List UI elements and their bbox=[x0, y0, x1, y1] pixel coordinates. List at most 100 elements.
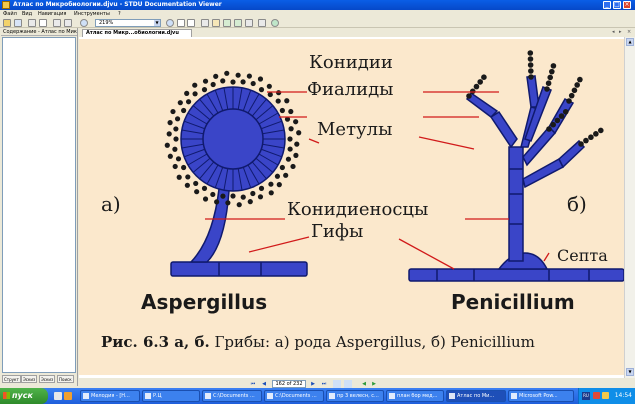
scroll-up-icon[interactable]: ▲ bbox=[626, 38, 634, 46]
select-tool-icon[interactable] bbox=[64, 19, 72, 27]
sidebar-tab-search[interactable]: Поиск bbox=[57, 375, 74, 383]
facing-pages-icon[interactable] bbox=[245, 19, 253, 27]
tab-next-icon[interactable]: ▸ bbox=[619, 29, 622, 35]
back-icon[interactable]: ◀ bbox=[360, 380, 368, 388]
conidium-dot bbox=[288, 108, 294, 115]
page-navigation-bar: ⏮ ◀ 162 of 232 ▶ ⏭ ◀ ▶ bbox=[79, 380, 635, 388]
document-tab[interactable]: Атлас по Микр...обиологии.djvu bbox=[82, 29, 192, 37]
chevron-down-icon[interactable]: ▼ bbox=[154, 20, 160, 26]
menu-navigation[interactable]: Навигация bbox=[38, 11, 66, 17]
close-button[interactable]: × bbox=[623, 1, 631, 9]
conidium-dot bbox=[192, 82, 198, 88]
zoom-out-icon[interactable] bbox=[80, 19, 88, 27]
conidium-dot bbox=[276, 182, 282, 188]
aspergillus-hyphae bbox=[170, 261, 308, 277]
language-indicator[interactable]: RU bbox=[582, 392, 590, 400]
rotate-icon[interactable] bbox=[201, 19, 209, 27]
conidium-dot bbox=[181, 107, 187, 114]
hand-tool-icon[interactable] bbox=[53, 19, 61, 27]
penicillium-conidium-dot bbox=[574, 82, 580, 88]
prev-page-button[interactable]: ◀ bbox=[260, 380, 268, 388]
task-melodiya[interactable]: Мелодия - [Н... bbox=[80, 390, 140, 402]
copy-icon[interactable] bbox=[39, 19, 47, 27]
conidium-dot bbox=[276, 90, 282, 96]
penicillium-conidium-dot bbox=[527, 62, 534, 68]
penicillium-conidium-dot bbox=[598, 127, 604, 134]
tab-close-icon[interactable]: × bbox=[627, 29, 631, 35]
penicillium-conidium-dot bbox=[568, 92, 575, 99]
task-documents-1[interactable]: C:\Documents ... bbox=[202, 390, 262, 402]
menu-bar: Файл Вид Навигация Инструменты ? bbox=[0, 10, 635, 18]
conidium-dot bbox=[235, 72, 241, 78]
zoom-in-icon[interactable] bbox=[166, 19, 174, 27]
conidium-dot bbox=[202, 78, 209, 84]
label-konidii: Конидии bbox=[309, 52, 393, 73]
conidium-dot bbox=[246, 73, 252, 79]
app-icon bbox=[2, 1, 10, 9]
conidium-dot bbox=[257, 76, 264, 82]
fit-page-icon[interactable] bbox=[177, 19, 185, 27]
forward-icon[interactable]: ▶ bbox=[370, 380, 378, 388]
task-word-2[interactable]: план бор мед... bbox=[386, 390, 444, 402]
fullscreen-icon[interactable] bbox=[258, 19, 266, 27]
menu-tools[interactable]: Инструменты bbox=[74, 11, 110, 17]
tab-prev-icon[interactable]: ◂ bbox=[612, 29, 615, 35]
conidium-dot bbox=[284, 98, 290, 104]
penicillium-conidium-dot bbox=[545, 80, 552, 87]
conidium-dot bbox=[274, 173, 281, 179]
penicillium-conidium-dot bbox=[558, 113, 565, 119]
figure-caption: Рис. 6.3 а, б. Грибы: а) рода Aspergillu… bbox=[101, 333, 535, 351]
conidium-dot bbox=[230, 79, 236, 85]
save-icon[interactable] bbox=[14, 19, 22, 27]
sidebar-tab-thumbnails-2[interactable]: Эскиз bbox=[39, 375, 56, 383]
conidium-dot bbox=[296, 130, 302, 136]
vertical-scrollbar[interactable]: ▲ ▼ bbox=[624, 37, 635, 378]
task-documents-2[interactable]: C:\Documents ... bbox=[264, 390, 324, 402]
sidebar-tab-thumbnails[interactable]: Эскиз bbox=[21, 375, 38, 383]
refresh-icon[interactable] bbox=[271, 19, 279, 27]
penicillium-conidium-dot bbox=[547, 74, 554, 81]
first-page-button[interactable]: ⏮ bbox=[249, 380, 257, 388]
quicklaunch-browser-icon[interactable] bbox=[64, 392, 72, 400]
page-number-field[interactable]: 162 of 232 bbox=[272, 380, 306, 388]
fit-width-icon[interactable] bbox=[187, 19, 195, 27]
single-page-view-icon[interactable] bbox=[333, 380, 341, 388]
last-page-button[interactable]: ⏭ bbox=[320, 380, 328, 388]
print-icon[interactable] bbox=[28, 19, 36, 27]
task-powerpoint[interactable]: Microsoft Pow... bbox=[508, 390, 574, 402]
maximize-button[interactable]: □ bbox=[613, 1, 621, 9]
penicillium-conidium-dot bbox=[473, 83, 480, 90]
conidium-dot bbox=[287, 146, 293, 152]
menu-view[interactable]: Вид bbox=[22, 11, 32, 17]
continuous-icon[interactable] bbox=[234, 19, 242, 27]
two-page-view-icon[interactable] bbox=[344, 380, 352, 388]
conidium-dot bbox=[164, 142, 170, 148]
task-word-1[interactable]: пр 3 велесн, с... bbox=[326, 390, 384, 402]
menu-help[interactable]: ? bbox=[118, 11, 121, 17]
single-page-icon[interactable] bbox=[223, 19, 231, 27]
find-icon[interactable] bbox=[212, 19, 220, 27]
sidebar: Содержание - Атлас по Микр Структ Эскиз … bbox=[0, 28, 78, 386]
penicillium-conidium-dot bbox=[466, 93, 472, 99]
conidium-dot bbox=[210, 81, 216, 88]
contents-panel[interactable] bbox=[2, 37, 76, 373]
sidebar-tabs: Структ Эскиз Эскиз Поиск bbox=[2, 375, 76, 383]
conidium-dot bbox=[170, 108, 176, 115]
document-view[interactable]: Конидии Фиалиды Метулы Конидиеносцы Гифы… bbox=[79, 37, 635, 378]
quicklaunch-desktop-icon[interactable] bbox=[54, 392, 62, 400]
next-page-button[interactable]: ▶ bbox=[309, 380, 317, 388]
task-rc[interactable]: Р.Ц bbox=[142, 390, 200, 402]
label-septa: Септа bbox=[557, 246, 608, 265]
start-button[interactable]: пуск bbox=[0, 388, 48, 404]
antivirus-icon[interactable] bbox=[593, 392, 600, 399]
scroll-down-icon[interactable]: ▼ bbox=[626, 368, 634, 376]
task-atlas-viewer[interactable]: Атлас по Ми... bbox=[446, 390, 506, 402]
minimize-button[interactable]: _ bbox=[603, 1, 611, 9]
name-penicillium: Penicillium bbox=[451, 290, 575, 314]
volume-icon[interactable] bbox=[602, 392, 609, 399]
open-icon[interactable] bbox=[3, 19, 11, 27]
sidebar-tab-structure[interactable]: Структ bbox=[2, 375, 21, 383]
zoom-select[interactable]: 219% ▼ bbox=[95, 19, 161, 27]
menu-file[interactable]: Файл bbox=[3, 11, 17, 17]
conidium-dot bbox=[247, 199, 253, 205]
